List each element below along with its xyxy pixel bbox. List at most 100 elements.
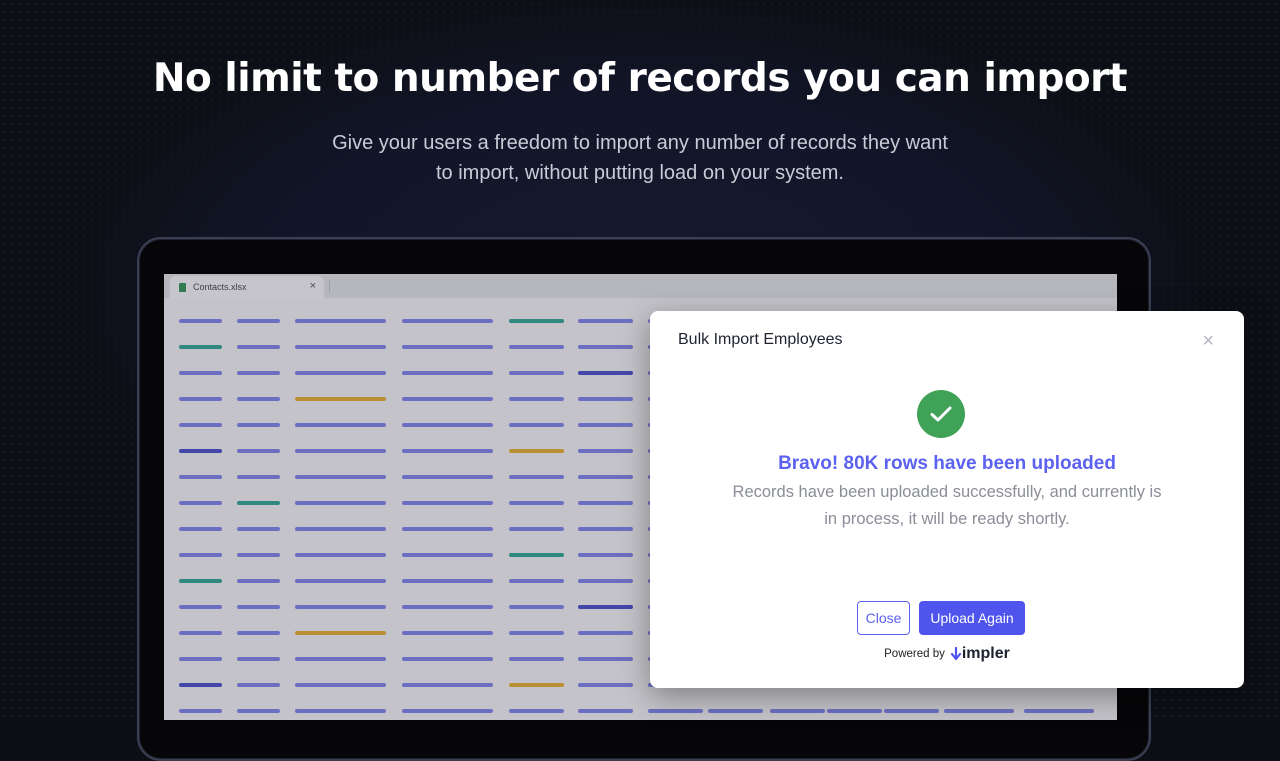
spreadsheet-cell	[179, 475, 222, 479]
spreadsheet-cell	[708, 709, 763, 713]
spreadsheet-cell	[295, 527, 386, 531]
spreadsheet-cell	[1024, 709, 1094, 713]
spreadsheet-cell	[402, 709, 493, 713]
spreadsheet-cell	[509, 397, 564, 401]
spreadsheet-cell	[179, 709, 222, 713]
spreadsheet-cell	[237, 683, 280, 687]
spreadsheet-cell	[884, 709, 939, 713]
spreadsheet-cell	[770, 709, 825, 713]
spreadsheet-cell	[402, 501, 493, 505]
tab-close-icon[interactable]: ×	[310, 280, 316, 292]
spreadsheet-cell	[578, 371, 633, 375]
spreadsheet-cell	[578, 397, 633, 401]
spreadsheet-cell	[578, 553, 633, 557]
spreadsheet-cell	[509, 475, 564, 479]
spreadsheet-cell	[578, 683, 633, 687]
modal-close-icon[interactable]: ×	[1202, 331, 1214, 351]
spreadsheet-cell	[944, 709, 1014, 713]
spreadsheet-cell	[402, 683, 493, 687]
spreadsheet-cell	[402, 423, 493, 427]
spreadsheet-cell	[578, 319, 633, 323]
spreadsheet-cell	[295, 553, 386, 557]
spreadsheet-cell	[509, 527, 564, 531]
spreadsheet-cell	[295, 371, 386, 375]
spreadsheet-cell	[509, 683, 564, 687]
spreadsheet-cell	[402, 371, 493, 375]
spreadsheet-cell	[179, 397, 222, 401]
spreadsheet-cell	[179, 527, 222, 531]
powered-by-label: Powered by	[884, 648, 945, 660]
spreadsheet-cell	[237, 397, 280, 401]
spreadsheet-cell	[648, 709, 703, 713]
impler-arrow-icon	[950, 647, 961, 661]
spreadsheet-cell	[237, 579, 280, 583]
spreadsheet-cell	[237, 631, 280, 635]
spreadsheet-cell	[578, 475, 633, 479]
spreadsheet-cell	[179, 371, 222, 375]
brand-name: impler	[961, 645, 1010, 662]
spreadsheet-cell	[179, 319, 222, 323]
modal-title: Bulk Import Employees	[678, 331, 843, 348]
spreadsheet-cell	[509, 553, 564, 557]
spreadsheet-cell	[402, 397, 493, 401]
spreadsheet-cell	[402, 553, 493, 557]
success-message-line-1: Records have been uploaded successfully,…	[732, 483, 1162, 501]
spreadsheet-cell	[179, 553, 222, 557]
success-message: Records have been uploaded successfully,…	[650, 479, 1244, 533]
success-message-line-2: in process, it will be ready shortly.	[824, 510, 1070, 528]
spreadsheet-cell	[295, 579, 386, 583]
spreadsheet-cell	[237, 475, 280, 479]
spreadsheet-cell	[578, 423, 633, 427]
checkmark-icon	[930, 406, 952, 422]
spreadsheet-cell	[578, 527, 633, 531]
upload-again-button[interactable]: Upload Again	[919, 601, 1025, 635]
spreadsheet-cell	[295, 605, 386, 609]
spreadsheet-cell	[402, 631, 493, 635]
spreadsheet-cell	[237, 709, 280, 713]
spreadsheet-cell	[237, 449, 280, 453]
spreadsheet-cell	[578, 345, 633, 349]
check-circle-icon	[917, 390, 965, 438]
spreadsheet-cell	[295, 683, 386, 687]
spreadsheet-cell	[179, 501, 222, 505]
page-headline: No limit to number of records you can im…	[152, 56, 1128, 101]
spreadsheet-cell	[578, 709, 633, 713]
spreadsheet-cell	[179, 449, 222, 453]
spreadsheet-cell	[237, 605, 280, 609]
spreadsheet-cell	[237, 657, 280, 661]
bulk-import-modal: Bulk Import Employees × Bravo! 80K rows …	[650, 311, 1244, 688]
spreadsheet-cell	[402, 657, 493, 661]
spreadsheet-cell	[179, 605, 222, 609]
spreadsheet-cell	[578, 605, 633, 609]
spreadsheet-cell	[402, 475, 493, 479]
spreadsheet-cell	[237, 345, 280, 349]
spreadsheet-cell	[179, 345, 222, 349]
spreadsheet-file-icon	[179, 282, 186, 292]
spreadsheet-cell	[402, 527, 493, 531]
spreadsheet-cell	[295, 501, 386, 505]
spreadsheet-cell	[295, 709, 386, 713]
close-button[interactable]: Close	[857, 601, 910, 635]
spreadsheet-cell	[402, 579, 493, 583]
file-tab[interactable]: Contacts.xlsx ×	[170, 276, 324, 298]
spreadsheet-cell	[509, 371, 564, 375]
spreadsheet-cell	[402, 345, 493, 349]
spreadsheet-cell	[295, 657, 386, 661]
spreadsheet-cell	[295, 397, 386, 401]
spreadsheet-cell	[827, 709, 882, 713]
spreadsheet-cell	[295, 345, 386, 349]
success-heading: Bravo! 80K rows have been uploaded	[778, 453, 1116, 474]
spreadsheet-cell	[578, 631, 633, 635]
powered-by: Powered by impler	[650, 645, 1244, 663]
spreadsheet-cell	[509, 709, 564, 713]
impler-logo[interactable]: impler	[950, 645, 1010, 663]
spreadsheet-cell	[509, 345, 564, 349]
spreadsheet-cell	[237, 553, 280, 557]
spreadsheet-cell	[509, 423, 564, 427]
spreadsheet-cell	[295, 631, 386, 635]
spreadsheet-cell	[179, 423, 222, 427]
spreadsheet-cell	[578, 579, 633, 583]
spreadsheet-cell	[179, 657, 222, 661]
spreadsheet-cell	[237, 319, 280, 323]
spreadsheet-cell	[237, 527, 280, 531]
